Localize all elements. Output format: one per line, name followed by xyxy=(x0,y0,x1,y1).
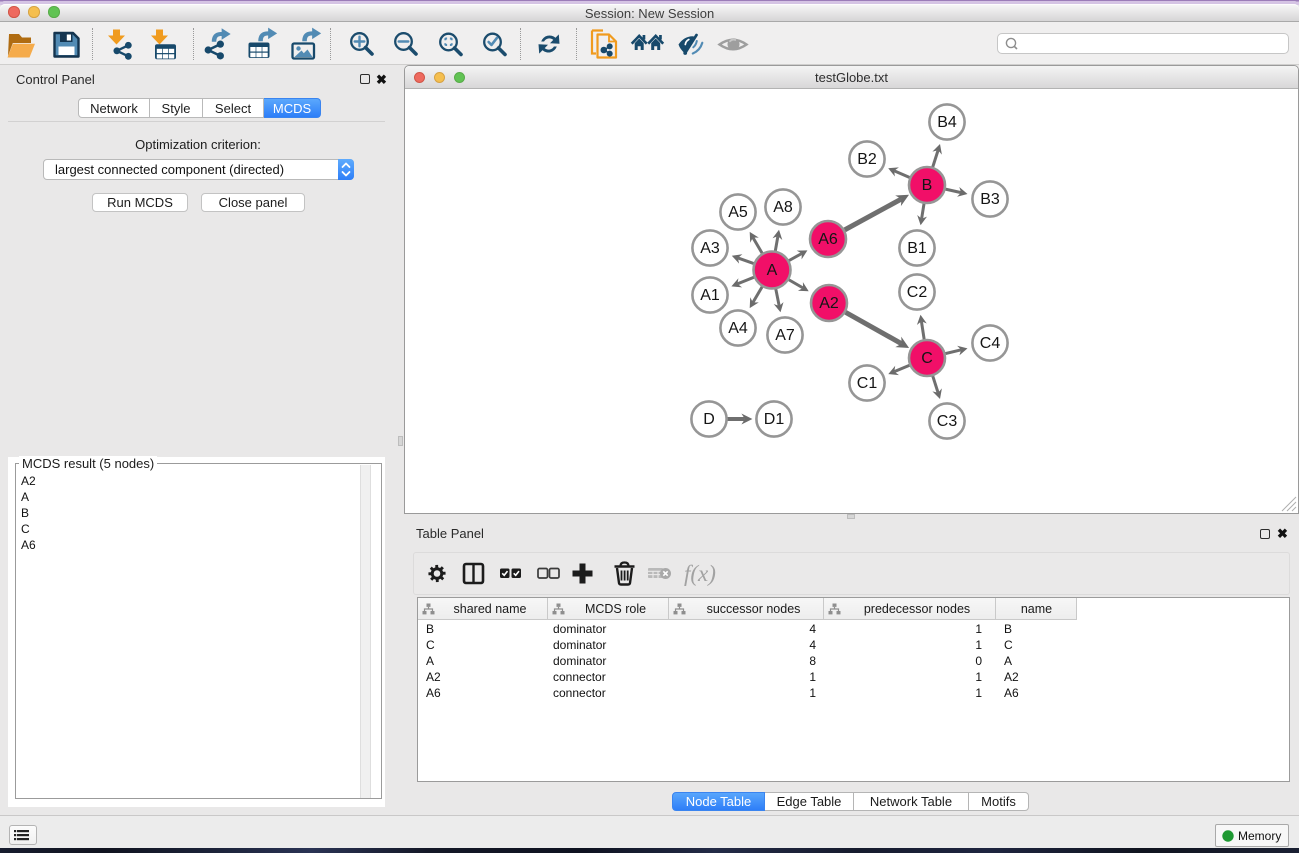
svg-text:B: B xyxy=(922,177,933,194)
svg-text:A1: A1 xyxy=(700,287,720,304)
svg-text:C4: C4 xyxy=(980,335,1001,352)
svg-text:B4: B4 xyxy=(937,114,957,131)
svg-text:C: C xyxy=(921,350,933,367)
svg-text:D1: D1 xyxy=(764,411,785,428)
svg-text:B3: B3 xyxy=(980,191,1000,208)
svg-text:B1: B1 xyxy=(907,240,927,257)
svg-text:A5: A5 xyxy=(728,204,748,221)
svg-text:A7: A7 xyxy=(775,327,795,344)
svg-text:B2: B2 xyxy=(857,151,877,168)
svg-text:C1: C1 xyxy=(857,375,878,392)
svg-text:A3: A3 xyxy=(700,240,720,257)
svg-text:D: D xyxy=(703,411,715,428)
svg-text:A6: A6 xyxy=(818,231,838,248)
svg-text:A8: A8 xyxy=(773,199,793,216)
svg-text:A: A xyxy=(767,262,778,279)
svg-text:A2: A2 xyxy=(819,295,839,312)
svg-text:f(x): f(x) xyxy=(684,561,716,586)
svg-text:A4: A4 xyxy=(728,320,748,337)
svg-text:C2: C2 xyxy=(907,284,928,301)
svg-text:C3: C3 xyxy=(937,413,958,430)
